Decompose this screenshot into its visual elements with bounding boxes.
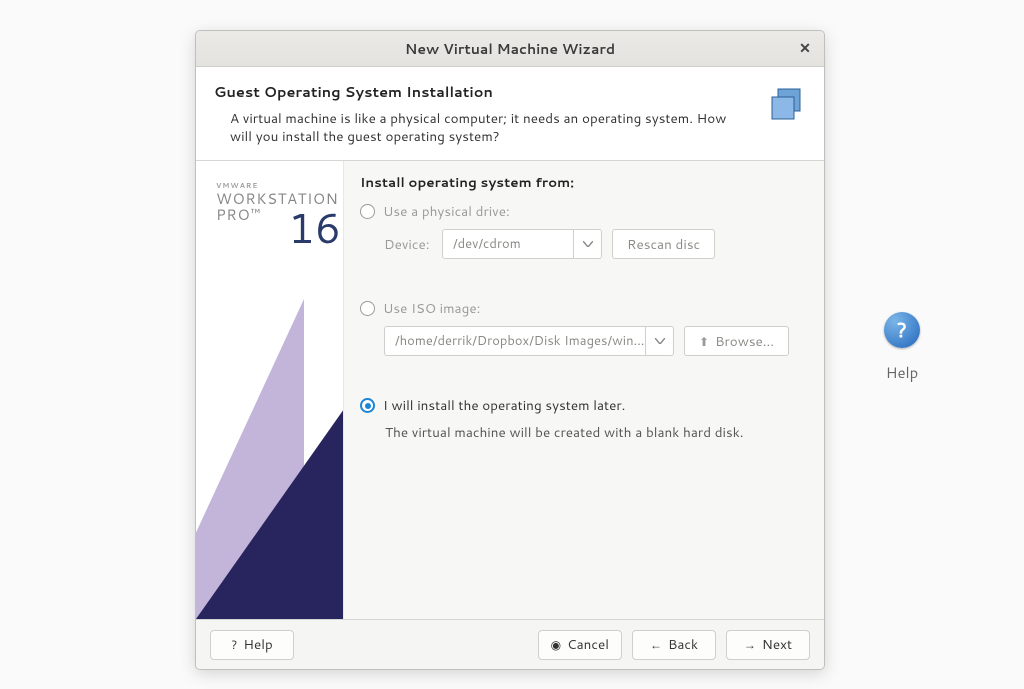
- wizard-content: Install operating system from: Use a phy…: [344, 161, 824, 619]
- close-icon[interactable]: ✕: [796, 39, 814, 57]
- browse-button[interactable]: ⬆ Browse...: [684, 326, 789, 356]
- rescan-disc-button[interactable]: Rescan disc: [612, 229, 715, 259]
- titlebar: New Virtual Machine Wizard ✕: [196, 31, 824, 67]
- cancel-icon: ◉: [551, 636, 561, 653]
- sidebar-branding: VMWARE WORKSTATION PRO™ 16: [196, 161, 344, 619]
- upload-icon: ⬆: [699, 333, 709, 350]
- option-install-later: I will install the operating system late…: [360, 396, 806, 442]
- arrow-right-icon: →: [744, 636, 756, 653]
- wizard-body: VMWARE WORKSTATION PRO™ 16 Install opera…: [196, 161, 824, 619]
- arrow-left-icon: ←: [650, 636, 662, 653]
- help-button[interactable]: ? Help: [210, 630, 294, 660]
- help-dock-icon[interactable]: ?: [884, 312, 920, 348]
- radio-iso-image[interactable]: [360, 301, 375, 316]
- back-button[interactable]: ← Back: [632, 630, 716, 660]
- wizard-footer: ? Help ◉ Cancel ← Back → Next: [196, 619, 824, 669]
- brand-version: 16: [288, 197, 341, 257]
- header-title: Guest Operating System Installation: [214, 81, 752, 102]
- radio-install-later-label: I will install the operating system late…: [383, 396, 625, 415]
- device-select[interactable]: /dev/cdrom: [442, 229, 602, 259]
- help-dock: ? Help: [884, 312, 920, 383]
- option-physical-drive: Use a physical drive: Device: /dev/cdrom…: [360, 202, 806, 259]
- new-vm-wizard-dialog: New Virtual Machine Wizard ✕ Guest Opera…: [195, 30, 825, 670]
- chevron-down-icon[interactable]: [645, 327, 673, 355]
- radio-physical-drive-label: Use a physical drive:: [383, 202, 510, 221]
- cancel-button[interactable]: ◉ Cancel: [538, 630, 622, 660]
- next-button[interactable]: → Next: [726, 630, 810, 660]
- option-iso-image: Use ISO image: /home/derrik/Dropbox/Disk…: [360, 299, 806, 356]
- radio-install-later[interactable]: [360, 398, 375, 413]
- install-later-description: The virtual machine will be created with…: [360, 423, 806, 442]
- header-subtitle: A virtual machine is like a physical com…: [214, 110, 734, 146]
- question-icon: ?: [231, 636, 237, 653]
- chevron-down-icon[interactable]: [573, 230, 601, 258]
- device-value: /dev/cdrom: [453, 235, 573, 253]
- radio-physical-drive[interactable]: [360, 204, 375, 219]
- device-label: Device:: [384, 235, 432, 254]
- wizard-header: Guest Operating System Installation A vi…: [196, 67, 824, 161]
- sidebar-decoration: [196, 409, 344, 619]
- help-dock-label: Help: [886, 362, 919, 383]
- radio-iso-image-label: Use ISO image:: [383, 299, 480, 318]
- iso-path-select[interactable]: /home/derrik/Dropbox/Disk Images/windows…: [384, 326, 674, 356]
- section-title: Install operating system from:: [360, 173, 806, 192]
- install-media-icon: [766, 85, 806, 125]
- iso-path-value: /home/derrik/Dropbox/Disk Images/windows…: [395, 332, 645, 350]
- window-title: New Virtual Machine Wizard: [405, 39, 615, 59]
